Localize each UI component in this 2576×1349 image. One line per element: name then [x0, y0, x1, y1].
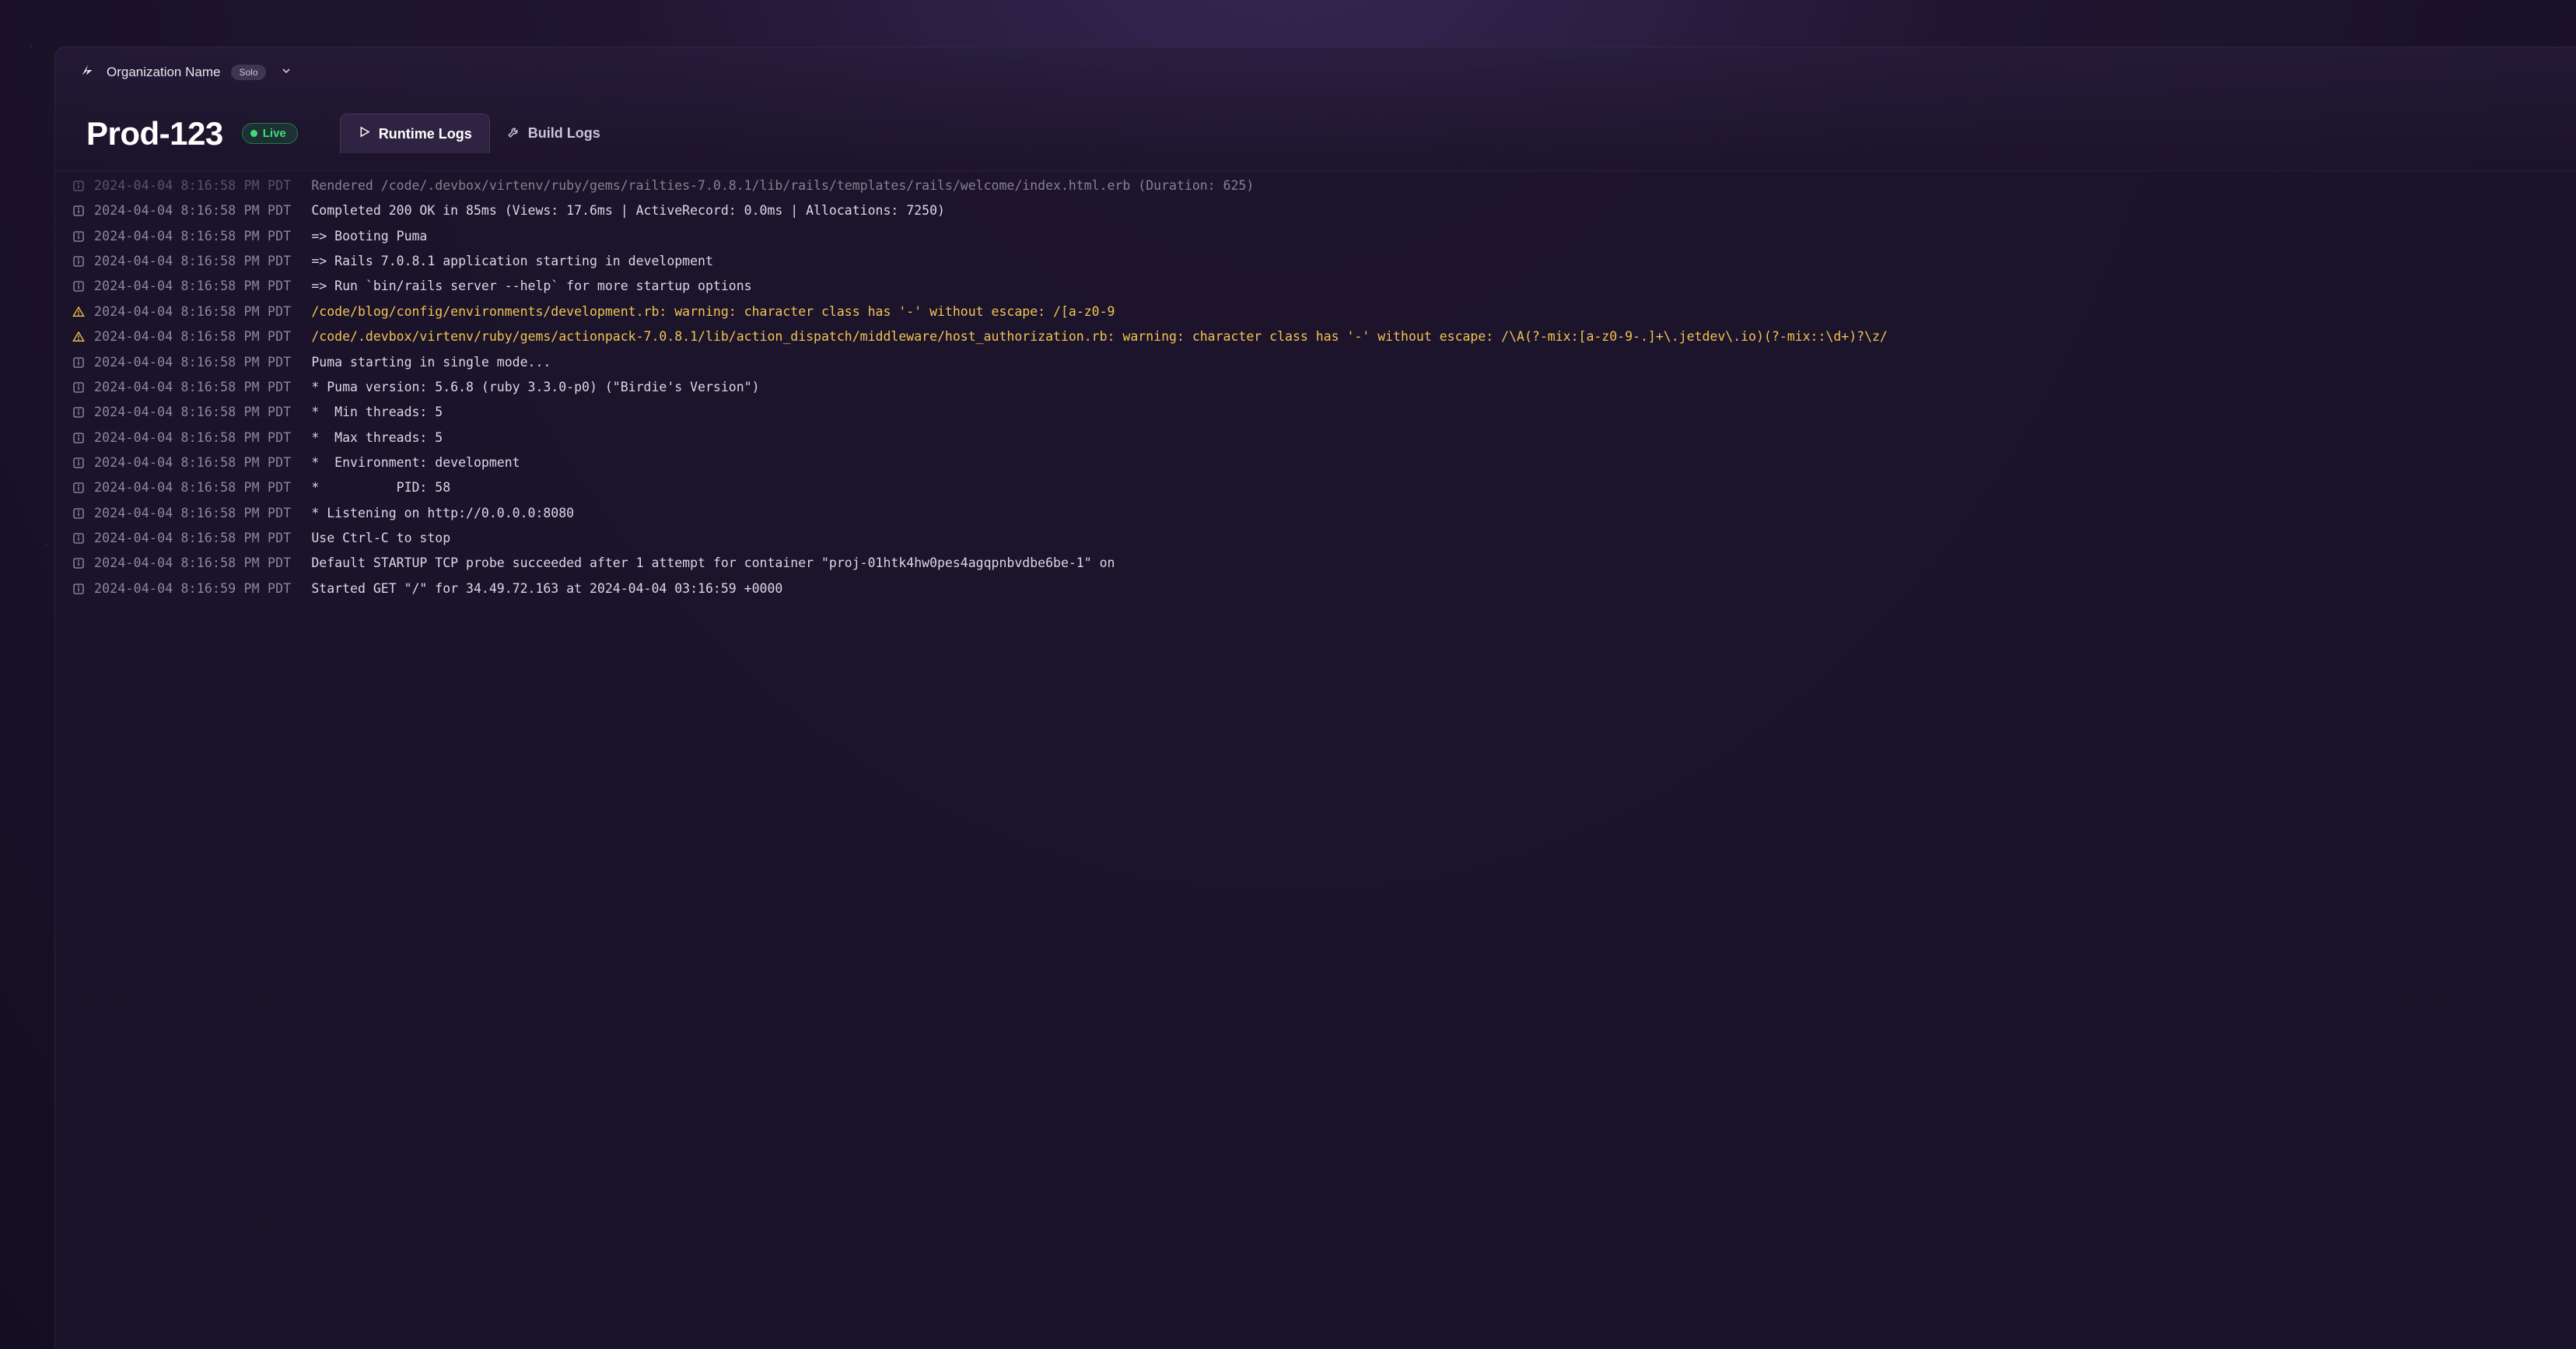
log-message: Started GET "/" for 34.49.72.163 at 2024… [311, 577, 782, 600]
plan-badge: Solo [231, 65, 265, 80]
log-message: * Listening on http://0.0.0.0:8080 [311, 502, 574, 524]
log-timestamp: 2024-04-04 8:16:58 PM PDT [94, 174, 291, 197]
log-message: * Puma version: 5.6.8 (ruby 3.3.0-p0) ("… [311, 376, 759, 398]
log-message: Rendered /code/.devbox/virtenv/ruby/gems… [311, 174, 1254, 197]
log-row[interactable]: 2024-04-04 8:16:58 PM PDT * Min threads: … [55, 401, 2576, 426]
org-switcher-button[interactable] [277, 61, 296, 82]
log-row[interactable]: 2024-04-04 8:16:58 PM PDT => Rails 7.0.8.… [55, 250, 2576, 275]
warning-icon [72, 325, 94, 350]
log-row[interactable]: 2024-04-04 8:16:58 PM PDT * Listening on … [55, 502, 2576, 527]
log-message: * Max threads: 5 [311, 426, 443, 449]
log-message: Completed 200 OK in 85ms (Views: 17.6ms … [311, 199, 945, 222]
info-icon [72, 351, 94, 376]
log-timestamp: 2024-04-04 8:16:58 PM PDT [94, 351, 291, 373]
log-message: Use Ctrl-C to stop [311, 527, 450, 549]
log-row[interactable]: 2024-04-04 8:16:58 PM PDT Rendered /code/… [55, 174, 2576, 199]
info-icon [72, 426, 94, 451]
log-message: => Run `bin/rails server --help` for mor… [311, 275, 751, 297]
log-row[interactable]: 2024-04-04 8:16:58 PM PDT => Run `bin/rai… [55, 275, 2576, 300]
log-message: /code/.devbox/virtenv/ruby/gems/actionpa… [311, 325, 1888, 348]
warning-icon [72, 300, 94, 325]
tab-label: Build Logs [528, 125, 600, 142]
log-message: /code/blog/config/environments/developme… [311, 300, 1115, 323]
info-icon [72, 199, 94, 224]
log-message: => Booting Puma [311, 225, 427, 247]
log-timestamp: 2024-04-04 8:16:58 PM PDT [94, 451, 291, 474]
info-icon [72, 502, 94, 527]
log-row[interactable]: 2024-04-04 8:16:58 PM PDT * Environment: … [55, 451, 2576, 476]
info-icon [72, 552, 94, 576]
log-timestamp: 2024-04-04 8:16:58 PM PDT [94, 426, 291, 449]
log-row[interactable]: 2024-04-04 8:16:58 PM PDT * Puma version:… [55, 376, 2576, 401]
log-message: * PID: 58 [311, 476, 450, 499]
log-timestamp: 2024-04-04 8:16:58 PM PDT [94, 527, 291, 549]
play-icon [358, 125, 371, 142]
org-name[interactable]: Organization Name [107, 65, 220, 80]
chevron-down-icon [280, 65, 292, 79]
log-row[interactable]: 2024-04-04 8:16:58 PM PDT Puma starting i… [55, 351, 2576, 376]
info-icon [72, 451, 94, 476]
log-row[interactable]: 2024-04-04 8:16:59 PM PDT Started GET "/"… [55, 577, 2576, 602]
log-row[interactable]: 2024-04-04 8:16:58 PM PDT/code/blog/conf… [55, 300, 2576, 325]
topbar: Organization Name Solo [55, 47, 2576, 90]
info-icon [72, 401, 94, 426]
log-row[interactable]: 2024-04-04 8:16:58 PM PDT * Max threads: … [55, 426, 2576, 451]
tabs: Runtime Logs Build Logs [340, 114, 618, 153]
log-message: Default STARTUP TCP probe succeeded afte… [311, 552, 1115, 574]
page-title: Prod-123 [86, 115, 223, 152]
log-timestamp: 2024-04-04 8:16:58 PM PDT [94, 376, 291, 398]
status-dot-icon [250, 130, 257, 137]
log-timestamp: 2024-04-04 8:16:58 PM PDT [94, 401, 291, 423]
tab-build-logs[interactable]: Build Logs [490, 114, 618, 153]
log-row[interactable]: 2024-04-04 8:16:58 PM PDT => Booting Puma [55, 225, 2576, 250]
tab-label: Runtime Logs [379, 126, 472, 142]
log-row[interactable]: 2024-04-04 8:16:58 PM PDT/code/.devbox/v… [55, 325, 2576, 350]
log-timestamp: 2024-04-04 8:16:58 PM PDT [94, 250, 291, 272]
log-message: * Environment: development [311, 451, 520, 474]
log-viewer[interactable]: 2024-04-04 8:16:58 PM PDT Rendered /code/… [55, 170, 2576, 602]
log-timestamp: 2024-04-04 8:16:58 PM PDT [94, 502, 291, 524]
log-timestamp: 2024-04-04 8:16:58 PM PDT [94, 300, 291, 323]
log-row[interactable]: 2024-04-04 8:16:58 PM PDT * PID: 58 [55, 476, 2576, 501]
log-timestamp: 2024-04-04 8:16:58 PM PDT [94, 552, 291, 574]
info-icon [72, 250, 94, 275]
info-icon [72, 376, 94, 401]
log-timestamp: 2024-04-04 8:16:58 PM PDT [94, 199, 291, 222]
log-timestamp: 2024-04-04 8:16:58 PM PDT [94, 325, 291, 348]
status-label: Live [263, 127, 286, 140]
info-icon [72, 577, 94, 602]
log-message: => Rails 7.0.8.1 application starting in… [311, 250, 713, 272]
log-message: Puma starting in single mode... [311, 351, 551, 373]
log-row[interactable]: 2024-04-04 8:16:58 PM PDT Default STARTUP… [55, 552, 2576, 576]
log-timestamp: 2024-04-04 8:16:59 PM PDT [94, 577, 291, 600]
status-badge: Live [242, 123, 298, 144]
log-message: * Min threads: 5 [311, 401, 443, 423]
log-timestamp: 2024-04-04 8:16:58 PM PDT [94, 275, 291, 297]
info-icon [72, 476, 94, 501]
log-row[interactable]: 2024-04-04 8:16:58 PM PDT Completed 200 O… [55, 199, 2576, 224]
info-icon [72, 275, 94, 300]
info-icon [72, 527, 94, 552]
log-timestamp: 2024-04-04 8:16:58 PM PDT [94, 476, 291, 499]
info-icon [72, 174, 94, 199]
log-row[interactable]: 2024-04-04 8:16:58 PM PDT Use Ctrl-C to s… [55, 527, 2576, 552]
logo-icon [79, 61, 96, 82]
info-icon [72, 225, 94, 250]
header-row: Prod-123 Live Runtime Logs Build Logs [55, 90, 2576, 153]
log-timestamp: 2024-04-04 8:16:58 PM PDT [94, 225, 291, 247]
app-panel: Organization Name Solo Prod-123 Live Run… [54, 47, 2576, 1349]
tab-runtime-logs[interactable]: Runtime Logs [340, 114, 490, 153]
wrench-icon [507, 125, 520, 142]
